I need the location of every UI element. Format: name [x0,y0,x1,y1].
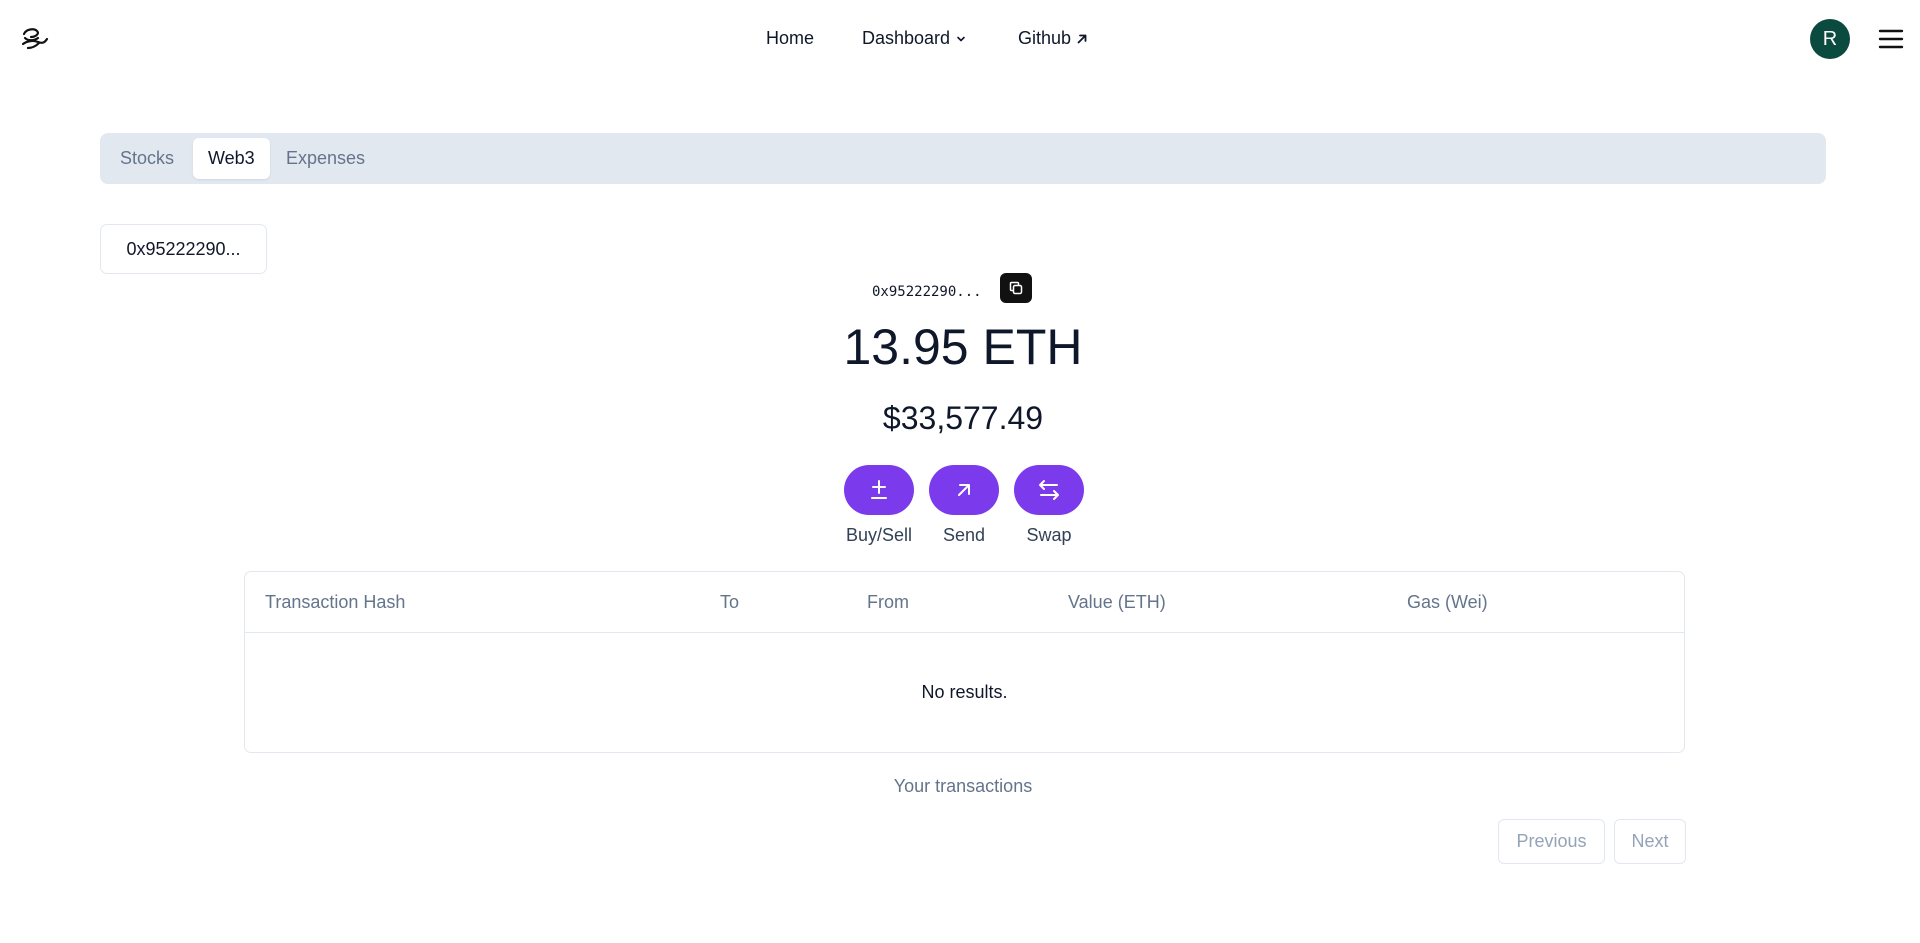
swap-label: Swap [1026,525,1072,545]
column-header-gas: Gas (Wei) [1407,592,1488,612]
nav-home-link[interactable]: Home [766,28,814,49]
hamburger-menu-icon[interactable] [1878,26,1904,52]
eth-balance: 13.95 ETH [843,319,1083,375]
swap-arrows-icon [1039,480,1059,500]
buy-sell-button[interactable] [844,465,914,515]
transactions-table: Transaction Hash To From Value (ETH) Gas… [244,571,1685,753]
column-header-hash: Transaction Hash [265,592,406,612]
tab-expenses[interactable]: Expenses [271,138,380,179]
arrow-up-right-icon [958,484,970,496]
next-page-button[interactable]: Next [1614,819,1686,864]
swap-button[interactable] [1014,465,1084,515]
nav-github-label: Github [1018,28,1072,48]
tab-stocks[interactable]: Stocks [105,138,189,179]
external-arrow-icon [1077,34,1087,43]
copy-address-button[interactable] [1000,273,1032,303]
main-nav: Home Dashboard Github [0,0,1920,78]
table-empty-message: No results. [921,682,1008,702]
tab-web3[interactable]: Web3 [193,138,270,179]
wallet-select[interactable]: 0x95222290... [100,224,267,274]
previous-page-button[interactable]: Previous [1498,819,1605,864]
usd-balance: $33,577.49 [882,400,1044,436]
table-header: Transaction Hash To From Value (ETH) Gas… [245,572,1684,633]
swap-action: Swap [1014,465,1084,546]
column-header-value: Value (ETH) [1068,592,1166,612]
nav-home-label: Home [766,28,815,48]
wallet-address: 0x95222290... [872,284,982,300]
nav-github-link[interactable]: Github [1018,28,1089,49]
user-avatar[interactable]: R [1810,19,1850,59]
column-header-from: From [867,592,909,612]
chevron-down-icon [957,36,965,41]
nav-dashboard-label: Dashboard [862,28,951,48]
nav-dashboard-dropdown[interactable]: Dashboard [862,28,968,49]
buy-sell-action: Buy/Sell [844,465,914,546]
top-header: Home Dashboard Github R [0,0,1920,78]
avatar-initial: R [1822,27,1838,50]
plus-minus-icon [871,480,887,499]
copy-icon [1009,281,1023,295]
column-header-to: To [720,592,740,612]
section-tabs: Stocks Web3 Expenses [100,133,1826,184]
send-action: Send [929,465,999,546]
wallet-select-value: 0x95222290... [126,238,241,259]
send-button[interactable] [929,465,999,515]
table-caption: Your transactions [893,776,1033,796]
